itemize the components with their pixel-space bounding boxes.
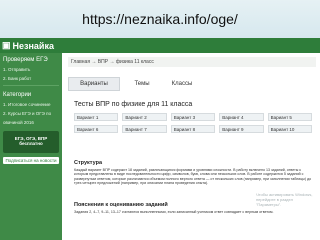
url-text: https://neznaika.info/oge/ (82, 11, 238, 27)
tab-classes[interactable]: Классы (164, 77, 200, 91)
variant-button[interactable]: Вариант 10 (267, 125, 312, 133)
section-title: Тесты ВПР по физике для 11 класса (74, 101, 193, 108)
site-logo[interactable]: ▣ Незнайка (2, 40, 54, 51)
main-content: Главная → ВПР → физика 11 класс Варианты… (68, 53, 320, 240)
variant-button[interactable]: Вариант 2 (122, 113, 167, 121)
sidebar-item-essay[interactable]: 1. Итоговое сочинение (0, 100, 62, 109)
variant-button[interactable]: Вариант 5 (267, 113, 312, 121)
slide-header: https://neznaika.info/oge/ (0, 0, 320, 38)
structure-text: Каждый вариант ВПР содержит 18 заданий, … (74, 168, 312, 186)
sidebar-item-send[interactable]: 1. Отправить (0, 65, 62, 74)
variant-button[interactable]: Вариант 6 (74, 125, 119, 133)
variant-button[interactable]: Вариант 3 (170, 113, 216, 121)
sidebar-item-courses[interactable]: 2. Курсы ЕГЭ и ОГЭ по (0, 109, 62, 118)
sidebar-heading-categories: Категории (3, 92, 32, 98)
variants-grid: Вариант 1 Вариант 2 Вариант 3 Вариант 4 … (74, 113, 312, 133)
sidebar-heading-check: Проверяем ЕГЭ (3, 57, 48, 63)
website-screenshot: ▣ Незнайка Проверяем ЕГЭ 1. Отправить 2.… (0, 38, 320, 240)
sidebar-item-bank[interactable]: 2. Банк работ (0, 74, 62, 83)
tab-variants[interactable]: Варианты (68, 77, 120, 91)
logo-text: Незнайка (12, 40, 54, 51)
sidebar-item-courses-2[interactable]: овачиной 2016 (0, 118, 62, 127)
promo-banner[interactable]: ЕГЭ, ОГЭ, ВПР бесплатно (3, 131, 59, 153)
structure-title: Структура (74, 160, 102, 166)
breadcrumb[interactable]: Главная → ВПР → физика 11 класс (68, 57, 316, 67)
variant-button[interactable]: Вариант 8 (170, 125, 216, 133)
subscribe-button[interactable]: Подписаться на новости (3, 157, 59, 164)
sidebar: Проверяем ЕГЭ 1. Отправить 2. Банк работ… (0, 53, 62, 240)
windows-activation-watermark: Чтобы активировать Windows, перейдите в … (256, 192, 313, 207)
variant-button[interactable]: Вариант 1 (74, 113, 119, 121)
tabs: Варианты Темы Классы (68, 77, 313, 91)
variant-button[interactable]: Вариант 4 (219, 113, 264, 121)
logo-icon: ▣ (2, 40, 11, 50)
sidebar-divider (3, 85, 59, 86)
evaluation-title: Пояснения к оцениванию заданий (74, 202, 168, 208)
variant-button[interactable]: Вариант 7 (122, 125, 167, 133)
variant-button[interactable]: Вариант 9 (219, 125, 264, 133)
evaluation-text: Задания 2, 4–7, 9–11, 13–17 считаются вы… (74, 210, 274, 214)
site-topbar: ▣ Незнайка (0, 38, 320, 53)
tab-topics[interactable]: Темы (124, 77, 160, 91)
